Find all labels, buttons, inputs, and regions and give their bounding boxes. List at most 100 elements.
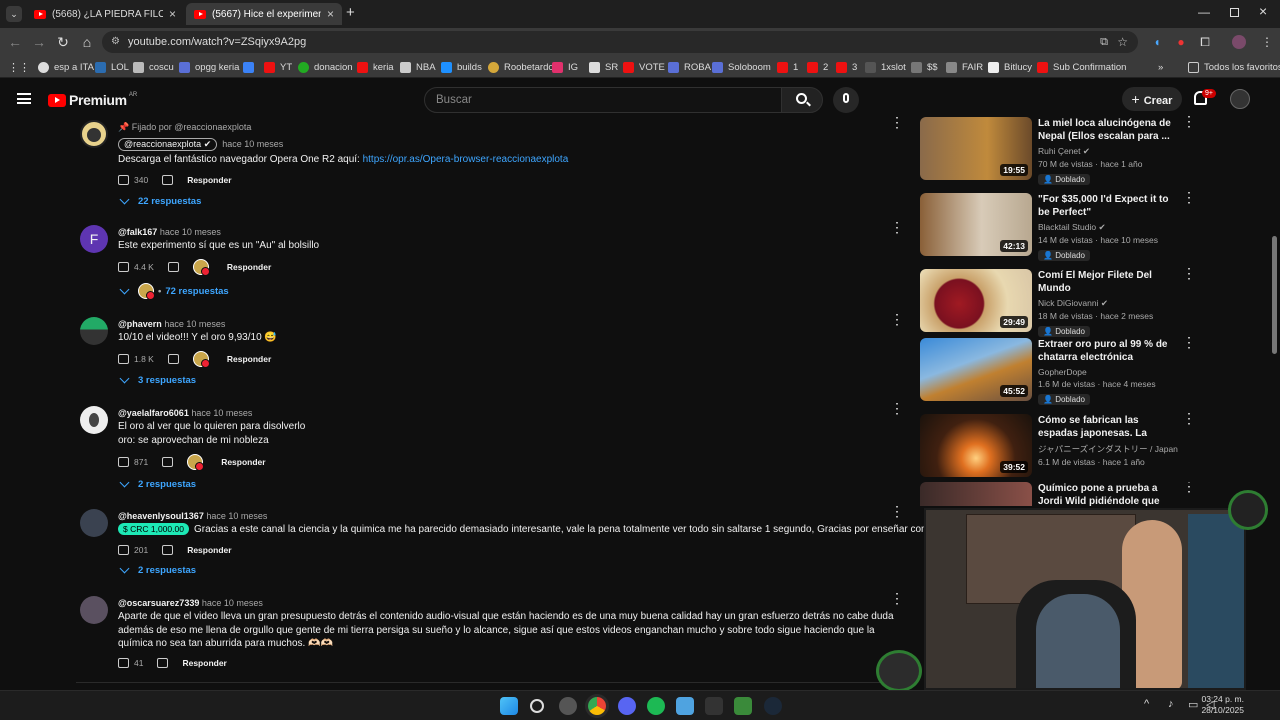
app-icon[interactable] xyxy=(734,697,752,715)
like-icon[interactable] xyxy=(118,545,129,555)
voice-search-button[interactable] xyxy=(833,87,859,113)
comment-time[interactable]: hace 10 meses xyxy=(164,319,225,329)
restore-window-icon[interactable] xyxy=(1230,8,1239,17)
steam-icon[interactable] xyxy=(764,697,782,715)
bookmark-item[interactable]: Bitlucy xyxy=(988,59,1032,75)
video-title[interactable]: "For $35,000 I'd Expect it to be Perfect… xyxy=(1038,193,1178,219)
dislike-icon[interactable] xyxy=(162,545,174,555)
create-button[interactable]: + Crear xyxy=(1122,87,1182,111)
like-icon[interactable] xyxy=(118,175,129,185)
browser-tab[interactable]: (5668) ¿LA PIEDRA FILOSOFAL E × xyxy=(26,3,184,25)
profile-avatar[interactable] xyxy=(1232,35,1246,49)
bookmark-item[interactable]: coscu xyxy=(133,59,174,75)
video-menu-icon[interactable]: ⋮ xyxy=(1182,114,1196,128)
video-thumbnail[interactable]: 42:13 xyxy=(920,193,1032,256)
comment-avatar[interactable] xyxy=(80,317,108,345)
video-title[interactable]: Extraer oro puro al 99 % de chatarra ele… xyxy=(1038,338,1178,364)
search-button[interactable] xyxy=(781,87,823,113)
channel-name[interactable]: Blacktail Studio xyxy=(1038,222,1096,232)
author-name[interactable]: @oscarsuarez7339 xyxy=(118,598,199,608)
tray-chevron-icon[interactable]: ^ xyxy=(1144,698,1149,710)
bookmark-item[interactable]: 1 xyxy=(777,59,798,75)
comment-menu-icon[interactable]: ⋮ xyxy=(890,591,904,605)
home-icon[interactable]: ⌂ xyxy=(78,33,96,51)
close-tab-icon[interactable]: × xyxy=(327,7,334,21)
system-clock[interactable]: 03:24 p. m. 28/10/2025 xyxy=(1201,694,1244,716)
dislike-icon[interactable] xyxy=(162,457,174,467)
dislike-icon[interactable] xyxy=(157,658,169,668)
author-handle[interactable]: @reaccionaexplota ✔ xyxy=(118,138,218,151)
view-replies-button[interactable]: 2 respuestas xyxy=(118,477,196,490)
related-video-item[interactable]: 39:52 Cómo se fabrican las espadas japon… xyxy=(920,411,1196,480)
comment-avatar[interactable] xyxy=(80,120,108,148)
microphone-tray-icon[interactable]: ♪ xyxy=(1168,698,1174,710)
bookmark-item[interactable]: Roobetardo xyxy=(488,59,554,75)
apps-grid-icon[interactable]: ⋮⋮ xyxy=(8,59,30,75)
bookmark-item[interactable]: Soloboom xyxy=(712,59,771,75)
related-video-item[interactable]: Químico pone a prueba a Jordi Wild pidié… xyxy=(920,482,1190,506)
app-icon[interactable] xyxy=(705,697,723,715)
video-title[interactable]: Químico pone a prueba a Jordi Wild pidié… xyxy=(1038,482,1178,506)
like-icon[interactable] xyxy=(118,262,129,272)
address-bar[interactable]: ⚙ youtube.com/watch?v=ZSqiyx9A2pg ⧉ ☆ xyxy=(102,31,1138,53)
reply-button[interactable]: Responder xyxy=(187,545,231,555)
comment-menu-icon[interactable]: ⋮ xyxy=(890,312,904,326)
bookmark-item[interactable]: ROBA xyxy=(668,59,711,75)
dislike-icon[interactable] xyxy=(167,354,179,364)
related-video-item[interactable]: 42:13 "For $35,000 I'd Expect it to be P… xyxy=(920,190,1196,261)
reply-button[interactable]: Responder xyxy=(187,175,231,185)
comment-menu-icon[interactable]: ⋮ xyxy=(890,401,904,415)
reply-button[interactable]: Responder xyxy=(227,354,271,364)
comment-avatar[interactable] xyxy=(80,509,108,537)
video-thumbnail[interactable]: 29:49 xyxy=(920,269,1032,332)
view-replies-button[interactable]: 22 respuestas xyxy=(118,194,201,207)
video-thumbnail[interactable]: 39:52 xyxy=(920,414,1032,477)
comment-time[interactable]: hace 10 meses xyxy=(222,139,283,149)
page-scrollbar[interactable] xyxy=(1272,236,1277,354)
forward-arrow-icon[interactable]: → xyxy=(30,33,48,51)
comment-avatar[interactable] xyxy=(80,596,108,624)
video-menu-icon[interactable]: ⋮ xyxy=(1182,411,1196,425)
comment-time[interactable]: hace 10 meses xyxy=(191,408,252,418)
tab-search-button[interactable]: ⌄ xyxy=(6,6,22,22)
reply-button[interactable]: Responder xyxy=(182,658,226,668)
site-info-icon[interactable]: ⚙ xyxy=(111,31,120,53)
view-replies-button[interactable]: 3 respuestas xyxy=(118,373,196,386)
close-tab-icon[interactable]: × xyxy=(169,7,176,21)
author-name[interactable]: @falk167 xyxy=(118,227,157,237)
reload-icon[interactable]: ↻ xyxy=(54,33,72,51)
like-icon[interactable] xyxy=(118,658,129,668)
browser-tab-active[interactable]: (5667) Hice el experimento MÁS × xyxy=(186,3,342,25)
comment-time[interactable]: hace 10 meses xyxy=(160,227,221,237)
author-name[interactable]: @phavern xyxy=(118,319,162,329)
video-menu-icon[interactable]: ⋮ xyxy=(1182,190,1196,204)
comment-avatar[interactable] xyxy=(80,406,108,434)
bookmark-item[interactable]: opgg keria xyxy=(179,59,239,75)
chrome-menu-icon[interactable]: ⋮ xyxy=(1258,33,1276,51)
bookmark-item[interactable]: YT xyxy=(264,59,292,75)
bookmark-item[interactable]: LOL xyxy=(95,59,129,75)
chrome-icon[interactable] xyxy=(588,697,606,715)
bookmark-item[interactable]: VOTE xyxy=(623,59,665,75)
notepad-icon[interactable] xyxy=(676,697,694,715)
video-thumbnail[interactable]: 19:55 xyxy=(920,117,1032,180)
discord-icon[interactable] xyxy=(618,697,636,715)
reply-button[interactable]: Responder xyxy=(221,457,265,467)
bookmark-item[interactable]: donacion xyxy=(298,59,353,75)
bookmark-item[interactable]: builds xyxy=(441,59,482,75)
video-title[interactable]: La miel loca alucinógena de Nepal (Ellos… xyxy=(1038,117,1178,143)
minimize-window-icon[interactable]: — xyxy=(1198,5,1210,19)
back-arrow-icon[interactable]: ← xyxy=(6,33,24,51)
bookmark-item[interactable]: FAIR xyxy=(946,59,983,75)
extension-icon[interactable]: ● xyxy=(1172,33,1190,51)
all-bookmarks-folder[interactable]: Todos los favoritos xyxy=(1188,59,1280,75)
channel-name[interactable]: Ruhi Çenet xyxy=(1038,146,1081,156)
bookmark-item[interactable]: 2 xyxy=(807,59,828,75)
search-icon[interactable] xyxy=(530,699,544,713)
reply-button[interactable]: Responder xyxy=(227,262,271,272)
view-replies-button[interactable]: 2 respuestas xyxy=(118,563,196,576)
bookmark-item[interactable] xyxy=(243,59,259,75)
related-video-item[interactable]: 19:55 La miel loca alucinógena de Nepal … xyxy=(920,114,1196,185)
video-title[interactable]: Cómo se fabrican las espadas japonesas. … xyxy=(1038,414,1178,440)
spotify-icon[interactable] xyxy=(647,697,665,715)
